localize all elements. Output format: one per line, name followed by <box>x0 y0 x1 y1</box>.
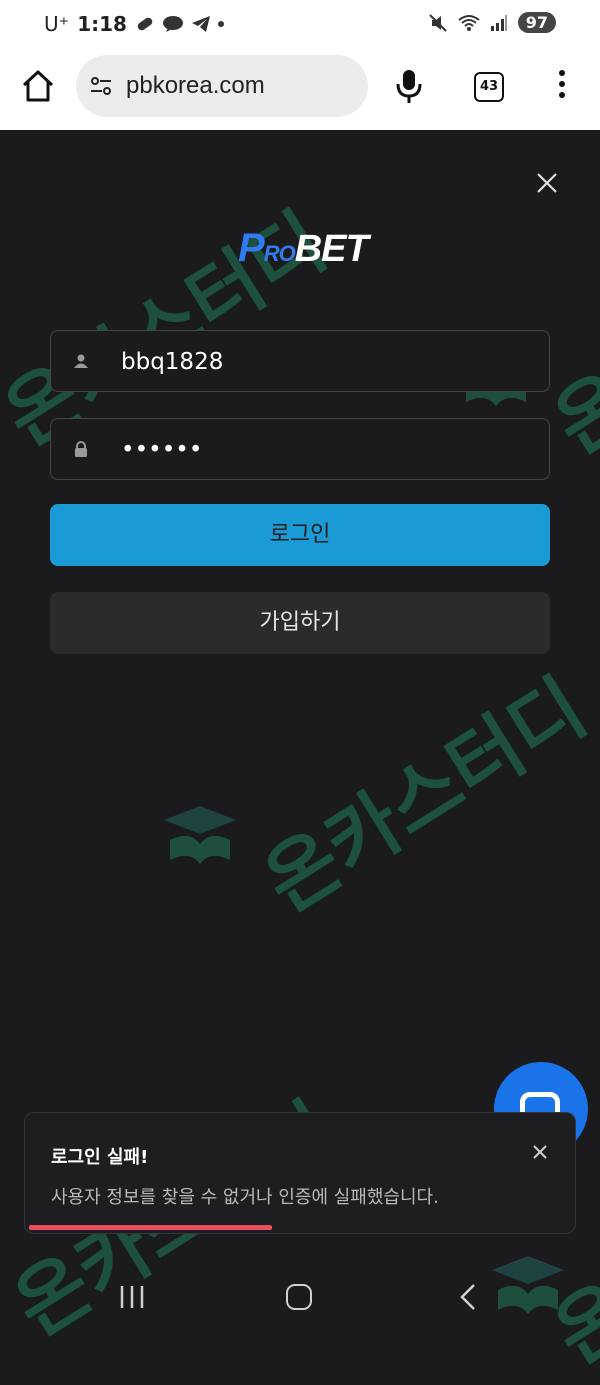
status-left: U⁺ 1:18 <box>44 12 224 36</box>
nav-home-icon[interactable] <box>286 1284 312 1310</box>
status-bar: U⁺ 1:18 97 <box>0 0 600 52</box>
user-icon <box>74 354 88 368</box>
mute-icon <box>429 13 447 32</box>
address-bar[interactable]: pbkorea.com <box>76 55 368 117</box>
clock: 1:18 <box>77 12 127 36</box>
back-icon[interactable] <box>458 1282 478 1312</box>
username-input[interactable] <box>119 341 523 383</box>
username-field[interactable] <box>50 330 550 392</box>
login-button[interactable]: 로그인 <box>50 504 550 566</box>
battery-indicator: 97 <box>517 12 556 33</box>
probet-logo: PROBET <box>238 226 369 270</box>
status-right: 97 <box>428 12 556 33</box>
browser-toolbar: pbkorea.com 43 <box>0 52 600 130</box>
lock-icon <box>75 441 87 457</box>
signal-icon <box>490 14 507 31</box>
toast-close-icon[interactable] <box>531 1143 549 1161</box>
microphone-icon[interactable] <box>394 66 424 106</box>
watermark-text: 온카스터디 <box>249 663 600 930</box>
system-nav-bar <box>0 1262 600 1333</box>
browser-menu-icon[interactable] <box>556 70 568 106</box>
pill-icon <box>137 17 153 31</box>
url-text[interactable]: pbkorea.com <box>126 72 265 100</box>
carrier-label: U⁺ <box>44 12 70 36</box>
home-icon[interactable] <box>20 68 56 104</box>
close-icon[interactable] <box>532 168 562 198</box>
toast-title: 로그인 실패! <box>51 1147 149 1168</box>
wifi-icon <box>458 14 480 31</box>
more-notifications-dot <box>217 21 224 27</box>
password-input[interactable] <box>119 429 523 471</box>
talk-icon <box>162 16 183 32</box>
tab-switcher-button[interactable]: 43 <box>474 72 504 102</box>
recent-apps-icon[interactable] <box>118 1284 146 1310</box>
telegram-icon <box>191 16 210 32</box>
notification-icons <box>135 15 224 33</box>
error-toast: 로그인 실패! 사용자 정보를 찾을 수 없거나 인증에 실패했습니다. <box>24 1112 576 1234</box>
signup-button[interactable]: 가입하기 <box>50 592 550 654</box>
toast-progress-bar <box>29 1225 272 1230</box>
site-settings-icon[interactable] <box>88 73 114 99</box>
toast-message: 사용자 정보를 찾을 수 없거나 인증에 실패했습니다. <box>51 1187 439 1208</box>
password-field[interactable] <box>50 418 550 480</box>
watermark-book-icon <box>164 806 236 864</box>
